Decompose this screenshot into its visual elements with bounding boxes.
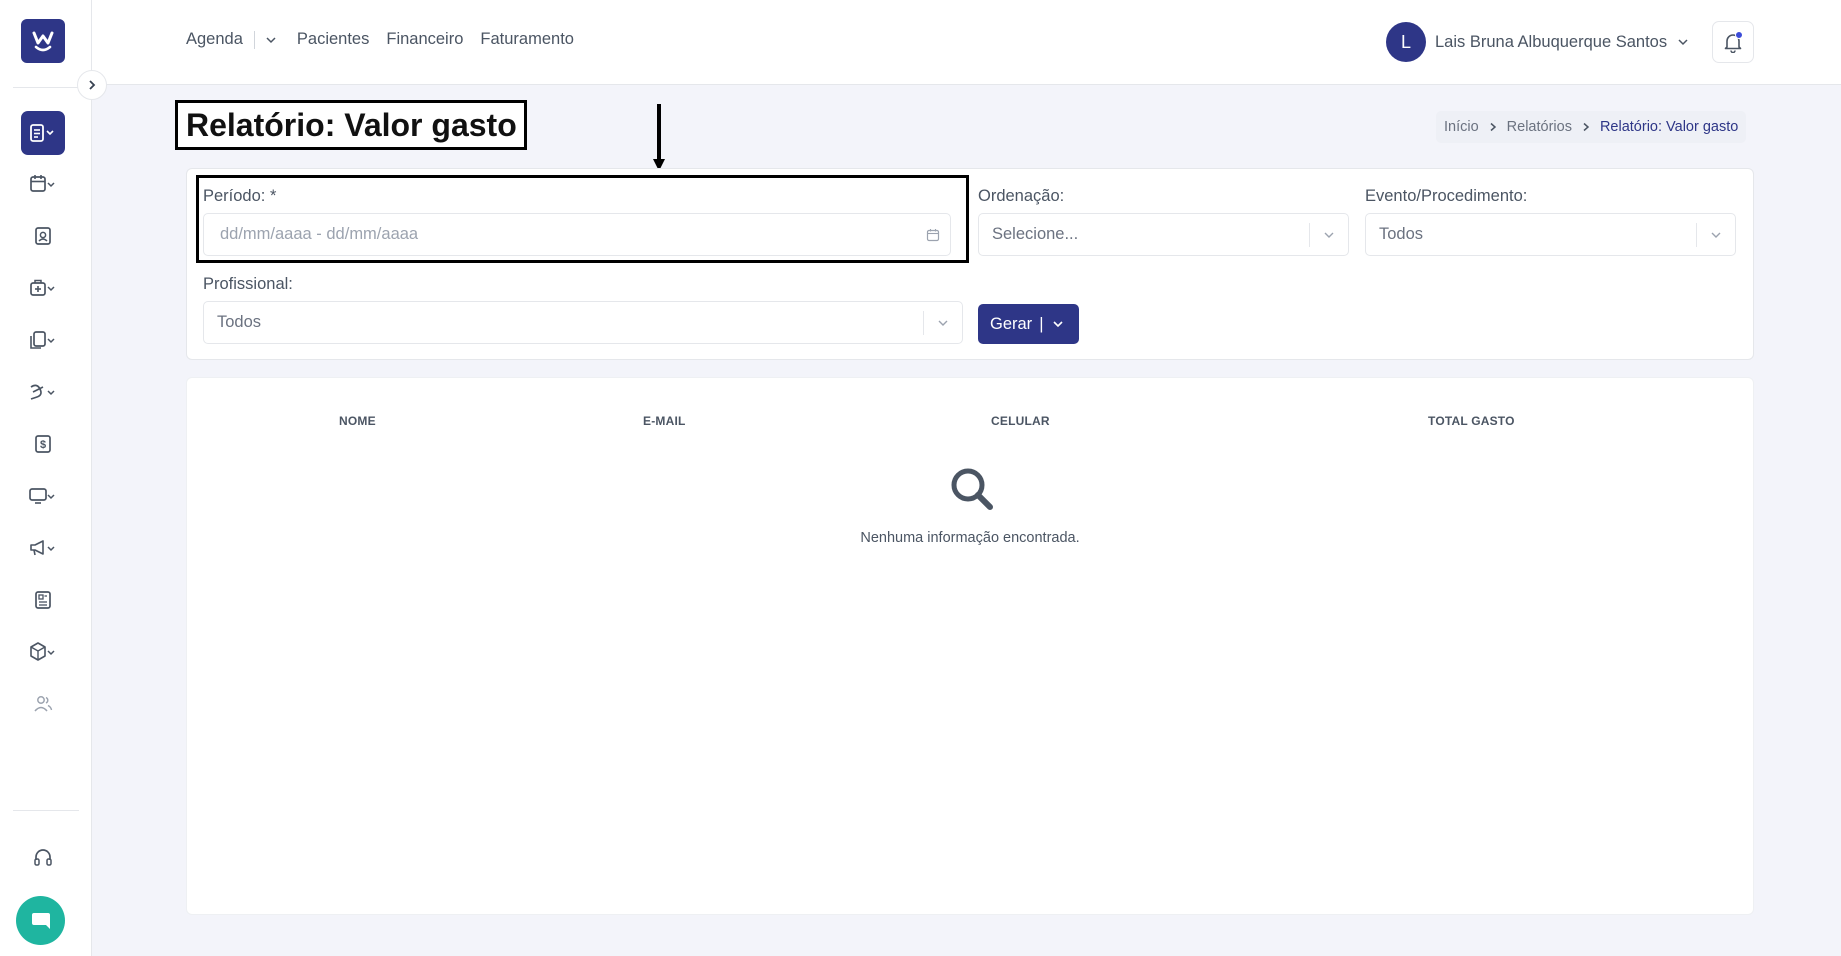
notification-dot xyxy=(1735,31,1743,39)
chevron-right-icon xyxy=(1490,122,1496,132)
patient-badge-icon xyxy=(35,227,51,245)
stethoscope-icon xyxy=(30,384,55,400)
nav-agenda[interactable]: Agenda xyxy=(186,30,243,49)
ordenacao-label: Ordenação: xyxy=(978,187,1065,205)
sidebar-item-relatorios[interactable] xyxy=(21,111,65,155)
sidebar-item-documentos[interactable] xyxy=(21,318,65,362)
chat-button[interactable] xyxy=(16,896,65,945)
logo-icon xyxy=(32,31,54,52)
sidebar-item-conteudo[interactable] xyxy=(21,578,65,622)
svg-text:$: $ xyxy=(40,439,46,451)
sidebar-item-clinica[interactable] xyxy=(21,266,65,310)
annotation-highlight-box xyxy=(196,175,969,263)
chevron-down-icon xyxy=(1678,39,1688,46)
profissional-value: Todos xyxy=(217,313,262,331)
ordenacao-dropdown-toggle[interactable] xyxy=(1310,229,1348,241)
medical-kit-icon xyxy=(30,279,55,296)
sidebar-item-servicos[interactable] xyxy=(21,370,65,414)
nav-financeiro[interactable]: Financeiro xyxy=(386,30,463,49)
user-name: Lais Bruna Albuquerque Santos xyxy=(1435,32,1668,51)
sidebar-item-marketing[interactable] xyxy=(21,526,65,570)
column-header-email: E-MAIL xyxy=(643,414,686,428)
chat-bubble-icon xyxy=(31,912,50,929)
calendar-icon xyxy=(30,175,55,192)
ordenacao-value: Selecione... xyxy=(992,225,1079,243)
column-header-total-gasto: TOTAL GASTO xyxy=(1428,414,1515,428)
gerar-separator: | xyxy=(1039,314,1044,333)
breadcrumb-relatorios[interactable]: Relatórios xyxy=(1507,119,1572,135)
breadcrumb-home[interactable]: Início xyxy=(1444,119,1479,135)
sidebar-item-agenda[interactable] xyxy=(21,162,65,206)
megaphone-icon xyxy=(30,540,55,556)
user-menu-chevron xyxy=(1677,36,1689,48)
ordenacao-select[interactable]: Selecione... xyxy=(978,213,1349,256)
newspaper-icon xyxy=(35,591,51,609)
nav-separator xyxy=(253,30,255,49)
headset-icon xyxy=(34,849,52,866)
dollar-icon: $ xyxy=(35,435,51,453)
annotation-arrow-icon xyxy=(653,104,665,171)
box-icon xyxy=(30,642,55,661)
column-header-celular: CELULAR xyxy=(991,414,1050,428)
sidebar-item-estoque[interactable] xyxy=(21,630,65,674)
report-icon xyxy=(30,124,54,142)
breadcrumb-current: Relatório: Valor gasto xyxy=(1599,119,1739,135)
nav-agenda-dropdown[interactable] xyxy=(265,34,277,46)
profissional-select[interactable]: Todos xyxy=(203,301,963,344)
nav-pacientes[interactable]: Pacientes xyxy=(297,30,369,49)
results-table: NOME E-MAIL CELULAR TOTAL GASTO Nenhuma … xyxy=(186,377,1754,915)
sidebar-toggle-button[interactable] xyxy=(77,70,107,100)
chevron-down-icon xyxy=(1711,232,1721,238)
breadcrumb-separator xyxy=(1581,122,1591,132)
search-icon xyxy=(951,468,993,510)
notifications-button[interactable] xyxy=(1712,21,1754,63)
topbar: Agenda Pacientes Financeiro Faturamento … xyxy=(92,0,1841,85)
sidebar-divider xyxy=(13,810,79,811)
evento-dropdown-toggle[interactable] xyxy=(1697,229,1735,241)
documents-icon xyxy=(30,331,55,349)
chevron-right-icon xyxy=(89,80,96,90)
breadcrumb-separator xyxy=(1488,122,1498,132)
sidebar: $ xyxy=(0,0,92,956)
page-title: Relatório: Valor gasto xyxy=(175,100,527,150)
sidebar-item-usuarios[interactable] xyxy=(21,682,65,726)
gerar-label: Gerar xyxy=(990,314,1033,333)
evento-value: Todos xyxy=(1379,225,1424,243)
sidebar-divider xyxy=(13,87,79,88)
chevron-down-icon xyxy=(938,320,948,326)
profissional-dropdown-toggle[interactable] xyxy=(924,317,962,329)
main-nav: Agenda Pacientes Financeiro Faturamento xyxy=(186,30,591,49)
user-menu[interactable]: L Lais Bruna Albuquerque Santos xyxy=(1386,22,1689,62)
sidebar-item-telemedicina[interactable] xyxy=(21,474,65,518)
app-logo[interactable] xyxy=(21,19,65,63)
sidebar-item-suporte[interactable] xyxy=(21,836,65,880)
breadcrumb: Início Relatórios Relatório: Valor gasto xyxy=(1436,111,1747,143)
chevron-down-icon xyxy=(1053,321,1064,328)
nav-faturamento[interactable]: Faturamento xyxy=(480,30,574,49)
chevron-down-icon xyxy=(266,36,276,43)
sidebar-item-financeiro[interactable]: $ xyxy=(21,422,65,466)
avatar: L xyxy=(1386,22,1426,62)
evento-select[interactable]: Todos xyxy=(1365,213,1736,256)
chevron-right-icon xyxy=(1583,122,1590,132)
users-icon xyxy=(34,696,53,712)
evento-label: Evento/Procedimento: xyxy=(1365,187,1528,205)
column-header-nome: NOME xyxy=(339,414,376,428)
empty-state-message: Nenhuma informação encontrada. xyxy=(860,530,1080,546)
gerar-button[interactable]: Gerar | xyxy=(978,304,1079,344)
monitor-icon xyxy=(29,488,55,504)
sidebar-item-pacientes[interactable] xyxy=(21,214,65,258)
profissional-label: Profissional: xyxy=(203,275,293,293)
chevron-down-icon xyxy=(1324,232,1334,238)
